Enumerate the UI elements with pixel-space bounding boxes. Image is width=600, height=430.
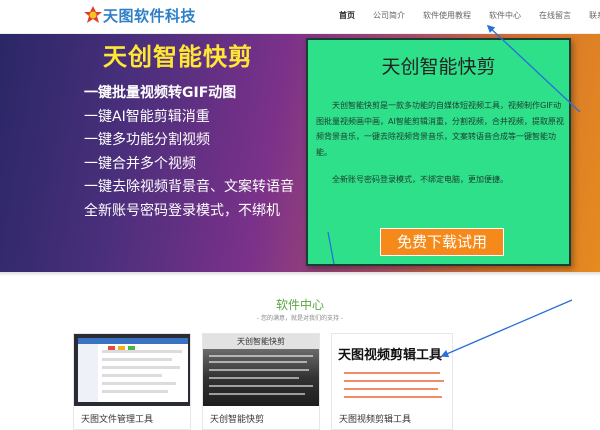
card-thumbnail: 天图视频剪辑工具 [332, 334, 452, 406]
company-logo-icon[interactable] [82, 4, 104, 26]
main-nav: 首页 公司简介 软件使用教程 软件中心 在线留言 联系我们 [330, 0, 600, 33]
logo-text[interactable]: 天图软件科技 [103, 5, 196, 26]
feature-item: 一键批量视频转GIF动图 [84, 85, 237, 101]
nav-item-message[interactable]: 在线留言 [530, 0, 580, 33]
feature-list: 一键批量视频转GIF动图 一键AI智能剪辑消重 一键多功能分割视频 一键合并多个… [84, 82, 294, 223]
feature-item: 一键合并多个视频 [84, 155, 196, 172]
software-card-video-editor[interactable]: 天图视频剪辑工具 天图视频剪辑工具 [331, 333, 453, 430]
nav-item-home[interactable]: 首页 [330, 0, 364, 33]
card-thumbnail [74, 334, 190, 406]
nav-item-software-center[interactable]: 软件中心 [480, 0, 530, 33]
promo-title: 天创智能快剪 [381, 56, 496, 78]
section-title: 软件中心 [275, 298, 324, 312]
feature-item: 一键去除视频背景音、文案转语音 [84, 179, 294, 195]
software-card-smart-cut[interactable]: 天创智能快剪 天创智能快剪 [202, 333, 320, 430]
nav-item-contact[interactable]: 联系我们 [580, 0, 600, 33]
feature-item: 一键多功能分割视频 [84, 132, 210, 148]
feature-item: 全新账号密码登录模式，不绑机 [84, 202, 280, 219]
promo-description-login: 全新账号密码登录模式，不绑定电脑，更加便捷。 [332, 175, 508, 184]
promo-description: 天创智能快剪是一款多功能的自媒体短视频工具，视频制作GIF动图批量视频画中画，A… [316, 101, 564, 157]
nav-item-about[interactable]: 公司简介 [364, 0, 414, 33]
card-thumb-title: 天创智能快剪 [203, 334, 319, 349]
card-thumb-title: 天图视频剪辑工具 [338, 348, 443, 363]
free-download-button[interactable]: 免费下载试用 [380, 228, 504, 256]
banner-title: 天创智能快剪 [103, 43, 253, 71]
card-name[interactable]: 天图视频剪辑工具 [339, 412, 411, 425]
nav-item-tutorials[interactable]: 软件使用教程 [414, 0, 480, 33]
feature-item: 一键AI智能剪辑消重 [84, 108, 210, 125]
card-thumbnail: 天创智能快剪 [203, 334, 319, 406]
site-header: 天图软件科技 首页 公司简介 软件使用教程 软件中心 在线留言 联系我们 [0, 0, 600, 33]
software-card-file-manager[interactable]: 天图文件管理工具 [73, 333, 191, 430]
banner-shadow [0, 272, 600, 276]
card-name[interactable]: 天图文件管理工具 [81, 412, 153, 425]
card-name[interactable]: 天创智能快剪 [210, 412, 264, 425]
section-subtitle: - 您的满意，就是对我们的支持 - [256, 315, 344, 322]
promo-panel: 天创智能快剪 天创智能快剪是一款多功能的自媒体短视频工具，视频制作GIF动图批量… [306, 38, 571, 266]
hero-banner[interactable]: 天创智能快剪 一键批量视频转GIF动图 一键AI智能剪辑消重 一键多功能分割视频… [0, 34, 600, 272]
